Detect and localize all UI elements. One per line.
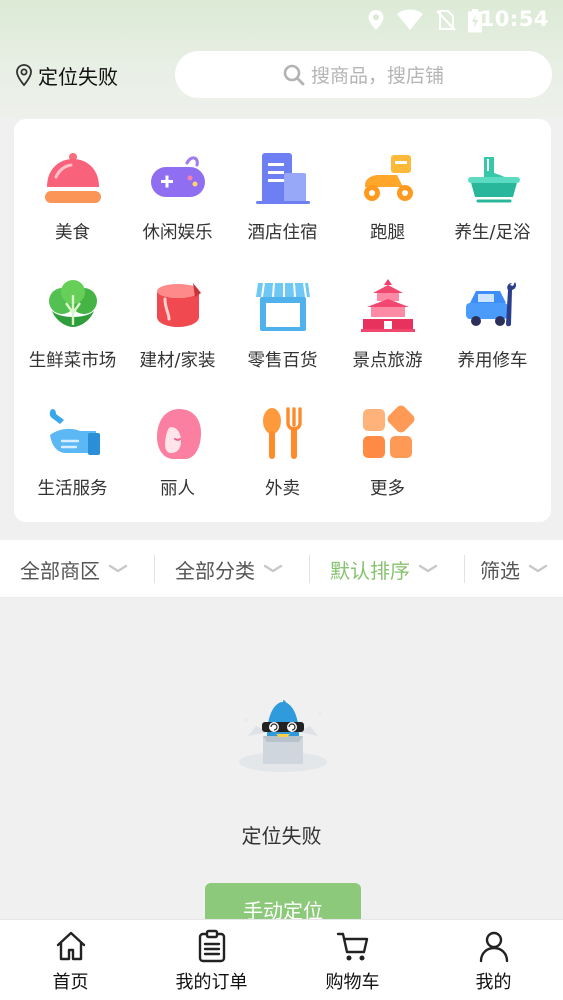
pagoda-icon xyxy=(360,279,415,332)
category-building-materials[interactable]: 建材/家装 xyxy=(125,277,230,387)
chevron-down-icon xyxy=(263,564,283,573)
divider xyxy=(464,555,465,583)
chevron-down-icon xyxy=(528,564,548,573)
no-sim-icon xyxy=(436,10,456,31)
bottom-tab-bar: 首页 我的订单 购物车 我的 xyxy=(0,919,563,1000)
home-icon xyxy=(56,931,85,961)
food-cloche-icon xyxy=(44,153,101,203)
empty-state-illustration xyxy=(239,700,327,772)
category-label: 养生/足浴 xyxy=(454,223,531,243)
filter-bar: 全部商区 全部分类 默认排序 筛选 xyxy=(0,540,563,598)
user-icon xyxy=(479,931,508,963)
category-label: 生鲜菜市场 xyxy=(28,351,117,371)
category-label: 建材/家装 xyxy=(139,351,216,371)
search-input[interactable]: 搜商品，搜店铺 xyxy=(175,51,552,98)
hotel-building-icon xyxy=(255,153,310,204)
foot-bath-icon xyxy=(467,157,520,203)
divider xyxy=(309,555,310,583)
more-grid-icon xyxy=(362,405,414,458)
search-icon xyxy=(283,64,305,85)
category-label: 外卖 xyxy=(265,479,300,499)
tab-label: 首页 xyxy=(52,972,89,993)
status-time: 10:54 xyxy=(479,7,549,31)
vegetable-icon xyxy=(48,280,97,327)
filter-category[interactable]: 全部分类 xyxy=(175,540,283,598)
category-label: 酒店住宿 xyxy=(247,223,318,243)
search-placeholder: 搜商品，搜店铺 xyxy=(310,65,444,87)
category-errand[interactable]: 跑腿 xyxy=(335,149,440,259)
empty-state-message: 定位失败 xyxy=(241,824,322,848)
category-car-service[interactable]: 养用修车 xyxy=(440,277,545,387)
status-bar: 10:54 xyxy=(0,0,563,40)
category-beauty[interactable]: 丽人 xyxy=(125,405,230,515)
service-hand-icon xyxy=(49,409,100,455)
delivery-scooter-icon xyxy=(363,155,413,201)
category-label: 养用修车 xyxy=(457,351,528,371)
category-more[interactable]: 更多 xyxy=(335,405,440,515)
tab-label: 我的 xyxy=(475,972,512,993)
category-hotel[interactable]: 酒店住宿 xyxy=(230,149,335,259)
car-repair-icon xyxy=(465,282,516,327)
category-label: 丽人 xyxy=(160,479,195,499)
category-takeaway[interactable]: 外卖 xyxy=(230,405,335,515)
order-list-icon xyxy=(198,929,225,963)
category-grid: 美食 休闲娱乐 酒店住宿 跑腿 养生/足浴 生鲜菜市场 建材/家装 零售百货 景… xyxy=(14,119,551,522)
category-life-service[interactable]: 生活服务 xyxy=(20,405,125,515)
tab-home[interactable]: 首页 xyxy=(0,920,141,1000)
filter-area[interactable]: 全部商区 xyxy=(20,540,128,598)
filter-label: 全部分类 xyxy=(175,558,255,583)
gamepad-icon xyxy=(150,156,205,197)
category-fresh-market[interactable]: 生鲜菜市场 xyxy=(20,277,125,387)
location-pin-icon xyxy=(16,64,32,87)
wifi-icon xyxy=(397,9,423,30)
location-label: 定位失败 xyxy=(38,64,118,89)
category-label: 生活服务 xyxy=(37,479,108,499)
divider xyxy=(154,555,155,583)
beauty-woman-icon xyxy=(156,409,201,459)
tab-profile[interactable]: 我的 xyxy=(423,920,563,1000)
category-label: 休闲娱乐 xyxy=(142,223,213,243)
filter-screen[interactable]: 筛选 xyxy=(480,540,548,598)
paint-bucket-icon xyxy=(156,283,201,327)
category-label: 美食 xyxy=(55,223,90,243)
storefront-icon xyxy=(255,282,310,331)
category-label: 景点旅游 xyxy=(352,351,423,371)
filter-label: 默认排序 xyxy=(330,558,410,583)
tab-label: 我的订单 xyxy=(175,972,248,993)
chevron-down-icon xyxy=(108,564,128,573)
category-wellness[interactable]: 养生/足浴 xyxy=(440,149,545,259)
tab-orders[interactable]: 我的订单 xyxy=(141,920,282,1000)
filter-sort[interactable]: 默认排序 xyxy=(330,540,438,598)
category-retail[interactable]: 零售百货 xyxy=(230,277,335,387)
tab-cart[interactable]: 购物车 xyxy=(282,920,423,1000)
location-selector[interactable]: 定位失败 xyxy=(14,60,118,90)
filter-label: 全部商区 xyxy=(20,558,100,583)
category-food[interactable]: 美食 xyxy=(20,149,125,259)
category-tourism[interactable]: 景点旅游 xyxy=(335,277,440,387)
tab-label: 购物车 xyxy=(325,972,380,993)
location-status-icon xyxy=(368,10,384,30)
category-entertainment[interactable]: 休闲娱乐 xyxy=(125,149,230,259)
category-label: 更多 xyxy=(370,479,405,499)
category-label: 跑腿 xyxy=(370,223,405,243)
chevron-down-icon xyxy=(418,564,438,573)
filter-label: 筛选 xyxy=(480,558,520,583)
spoon-fork-icon xyxy=(262,407,302,459)
category-label: 零售百货 xyxy=(247,351,318,371)
cart-icon xyxy=(336,932,368,961)
